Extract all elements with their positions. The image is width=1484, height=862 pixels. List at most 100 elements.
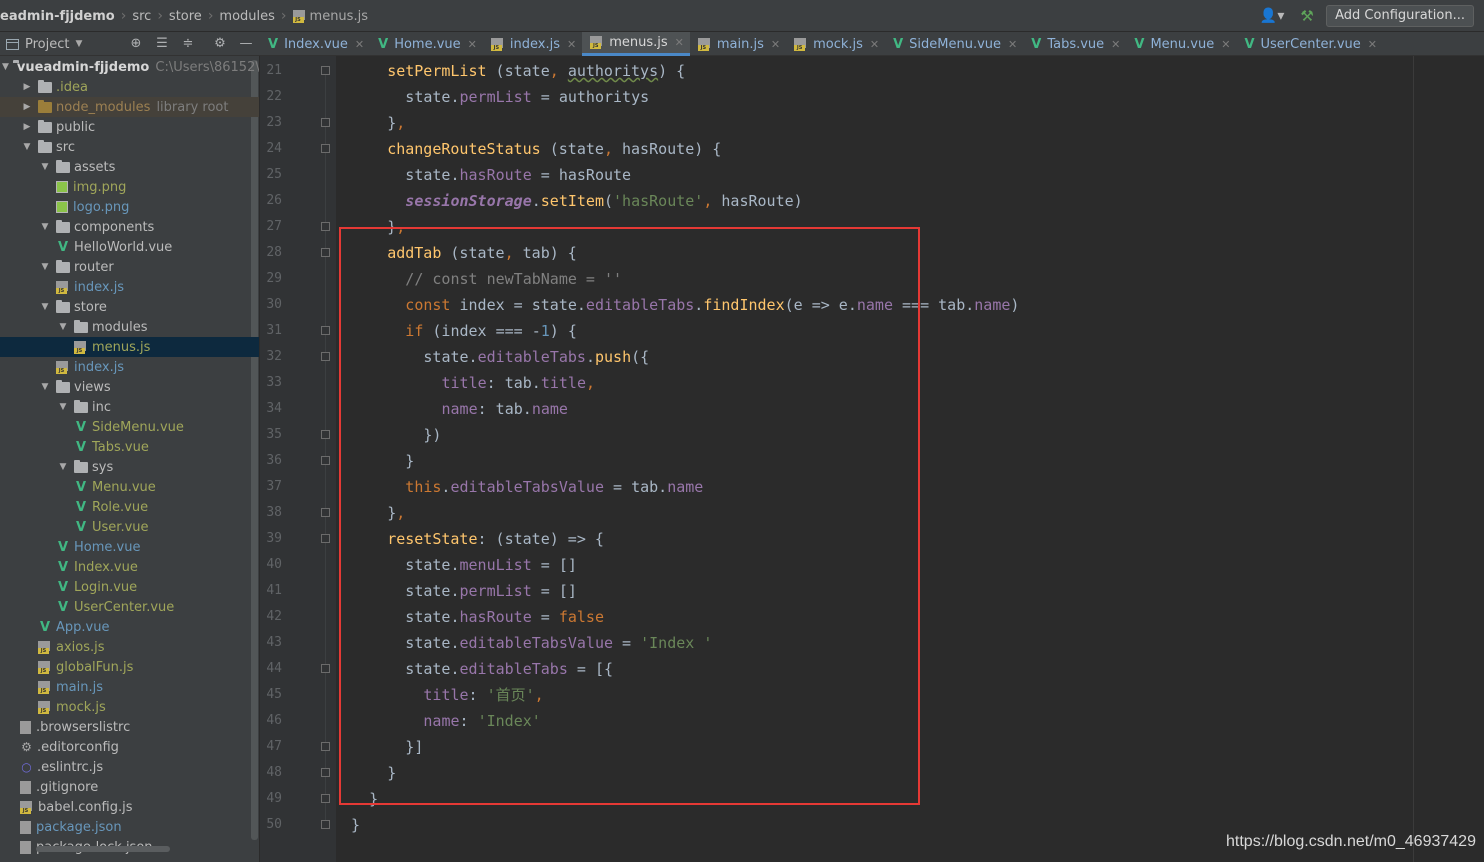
tree-item[interactable]: ▼ sys bbox=[0, 457, 259, 477]
fold-marker-icon[interactable] bbox=[321, 326, 330, 335]
tree-item[interactable]: JS main.js bbox=[0, 677, 259, 697]
tree-item[interactable]: ▼ modules bbox=[0, 317, 259, 337]
gear-icon[interactable]: ⚙ bbox=[212, 36, 228, 52]
chevron-down-icon[interactable]: ▼ bbox=[38, 262, 52, 272]
tree-item[interactable]: ▼ vueadmin-fjjdemo C:\Users\86152\w bbox=[0, 57, 259, 77]
fold-marker-icon[interactable] bbox=[321, 768, 330, 777]
tree-item[interactable]: V SideMenu.vue bbox=[0, 417, 259, 437]
close-icon[interactable]: ✕ bbox=[355, 38, 364, 51]
fold-marker-icon[interactable] bbox=[321, 742, 330, 751]
tree-item[interactable]: V Login.vue bbox=[0, 577, 259, 597]
breadcrumb-store[interactable]: store bbox=[169, 9, 202, 24]
tree-item[interactable]: ▼ components bbox=[0, 217, 259, 237]
hide-panel-icon[interactable]: — bbox=[238, 36, 254, 52]
tree-item[interactable]: img.png bbox=[0, 177, 259, 197]
fold-marker-icon[interactable] bbox=[321, 456, 330, 465]
project-panel-title[interactable]: Project bbox=[25, 37, 69, 52]
tree-item[interactable]: .gitignore bbox=[0, 777, 259, 797]
tree-item[interactable]: ▼ inc bbox=[0, 397, 259, 417]
tree-item[interactable]: V Menu.vue bbox=[0, 477, 259, 497]
editor-tab[interactable]: JS menus.js ✕ bbox=[582, 32, 690, 56]
chevron-down-icon[interactable]: ▼ bbox=[56, 322, 70, 332]
tree-item[interactable]: ▶ .idea bbox=[0, 77, 259, 97]
tree-item[interactable]: JS index.js bbox=[0, 277, 259, 297]
chevron-right-icon[interactable]: ▶ bbox=[20, 82, 34, 92]
locate-icon[interactable]: ⊕ bbox=[128, 36, 144, 52]
tree-item[interactable]: ▶ public bbox=[0, 117, 259, 137]
tree-item[interactable]: V User.vue bbox=[0, 517, 259, 537]
tree-item[interactable]: V Index.vue bbox=[0, 557, 259, 577]
fold-marker-icon[interactable] bbox=[321, 118, 330, 127]
chevron-right-icon[interactable]: ▶ bbox=[20, 102, 34, 112]
chevron-down-icon[interactable]: ▼ bbox=[75, 39, 82, 49]
tree-item[interactable]: JS index.js bbox=[0, 357, 259, 377]
tree-item[interactable]: JS mock.js bbox=[0, 697, 259, 717]
chevron-down-icon[interactable]: ▼ bbox=[38, 162, 52, 172]
user-icon[interactable]: 👤▾ bbox=[1258, 6, 1286, 26]
editor-tab[interactable]: V SideMenu.vue ✕ bbox=[885, 32, 1023, 56]
tree-item[interactable]: ○ .eslintrc.js bbox=[0, 757, 259, 777]
chevron-down-icon[interactable]: ▼ bbox=[56, 402, 70, 412]
tree-item[interactable]: ▼ router bbox=[0, 257, 259, 277]
fold-marker-icon[interactable] bbox=[321, 66, 330, 75]
tree-item[interactable]: logo.png bbox=[0, 197, 259, 217]
breadcrumb-src[interactable]: src bbox=[132, 9, 151, 24]
fold-marker-icon[interactable] bbox=[321, 664, 330, 673]
sidebar-horizontal-scrollbar[interactable] bbox=[36, 846, 170, 852]
expand-all-icon[interactable]: ☰ bbox=[154, 36, 170, 52]
editor-tab[interactable]: V Tabs.vue ✕ bbox=[1023, 32, 1126, 56]
tree-item[interactable]: .browserslistrc bbox=[0, 717, 259, 737]
chevron-right-icon[interactable]: ▶ bbox=[20, 122, 34, 132]
chevron-down-icon[interactable]: ▼ bbox=[38, 302, 52, 312]
fold-marker-icon[interactable] bbox=[321, 794, 330, 803]
hammer-build-icon[interactable]: ⚒ bbox=[1294, 6, 1320, 26]
fold-marker-icon[interactable] bbox=[321, 508, 330, 517]
collapse-all-icon[interactable]: ≑ bbox=[180, 36, 196, 52]
close-icon[interactable]: ✕ bbox=[870, 38, 879, 51]
close-icon[interactable]: ✕ bbox=[1111, 38, 1120, 51]
tree-item[interactable]: package.json bbox=[0, 817, 259, 837]
close-icon[interactable]: ✕ bbox=[1008, 38, 1017, 51]
tree-item[interactable]: ▼ views bbox=[0, 377, 259, 397]
tree-item[interactable]: V HelloWorld.vue bbox=[0, 237, 259, 257]
tree-item[interactable]: V App.vue bbox=[0, 617, 259, 637]
editor-tab[interactable]: V Index.vue ✕ bbox=[260, 32, 370, 56]
fold-marker-icon[interactable] bbox=[321, 222, 330, 231]
tree-item[interactable]: JS globalFun.js bbox=[0, 657, 259, 677]
close-icon[interactable]: ✕ bbox=[468, 38, 477, 51]
chevron-down-icon[interactable]: ▼ bbox=[2, 62, 9, 72]
tree-item[interactable]: V UserCenter.vue bbox=[0, 597, 259, 617]
tree-item[interactable]: ▶ node_modules library root bbox=[0, 97, 259, 117]
tree-item[interactable]: ▼ assets bbox=[0, 157, 259, 177]
fold-marker-icon[interactable] bbox=[321, 248, 330, 257]
editor-tab[interactable]: V Menu.vue ✕ bbox=[1126, 32, 1236, 56]
tree-item[interactable]: JS menus.js bbox=[0, 337, 259, 357]
tree-item[interactable]: V Role.vue bbox=[0, 497, 259, 517]
tree-item[interactable]: JS babel.config.js bbox=[0, 797, 259, 817]
chevron-down-icon[interactable]: ▼ bbox=[20, 142, 34, 152]
close-icon[interactable]: ✕ bbox=[1368, 38, 1377, 51]
editor-tab[interactable]: JS main.js ✕ bbox=[690, 32, 786, 56]
editor-tab[interactable]: V Home.vue ✕ bbox=[370, 32, 483, 56]
tree-item[interactable]: V Tabs.vue bbox=[0, 437, 259, 457]
breadcrumb-file[interactable]: menus.js bbox=[310, 9, 368, 24]
fold-marker-icon[interactable] bbox=[321, 534, 330, 543]
editor-tab[interactable]: V UserCenter.vue ✕ bbox=[1236, 32, 1383, 56]
close-icon[interactable]: ✕ bbox=[1221, 38, 1230, 51]
tree-item[interactable]: JS axios.js bbox=[0, 637, 259, 657]
tree-item[interactable]: ⚙ .editorconfig bbox=[0, 737, 259, 757]
breadcrumb-project[interactable]: eadmin-fjjdemo bbox=[0, 9, 115, 24]
fold-marker-icon[interactable] bbox=[321, 430, 330, 439]
editor-tab[interactable]: JS index.js ✕ bbox=[483, 32, 582, 56]
chevron-down-icon[interactable]: ▼ bbox=[56, 462, 70, 472]
tree-item[interactable]: ▼ store bbox=[0, 297, 259, 317]
editor-tab[interactable]: JS mock.js ✕ bbox=[786, 32, 885, 56]
add-configuration-button[interactable]: Add Configuration... bbox=[1326, 5, 1474, 27]
chevron-down-icon[interactable]: ▼ bbox=[38, 222, 52, 232]
close-icon[interactable]: ✕ bbox=[771, 38, 780, 51]
tree-item[interactable]: ▼ src bbox=[0, 137, 259, 157]
breadcrumb-modules[interactable]: modules bbox=[219, 9, 275, 24]
fold-marker-icon[interactable] bbox=[321, 144, 330, 153]
close-icon[interactable]: ✕ bbox=[567, 38, 576, 51]
fold-marker-icon[interactable] bbox=[321, 820, 330, 829]
